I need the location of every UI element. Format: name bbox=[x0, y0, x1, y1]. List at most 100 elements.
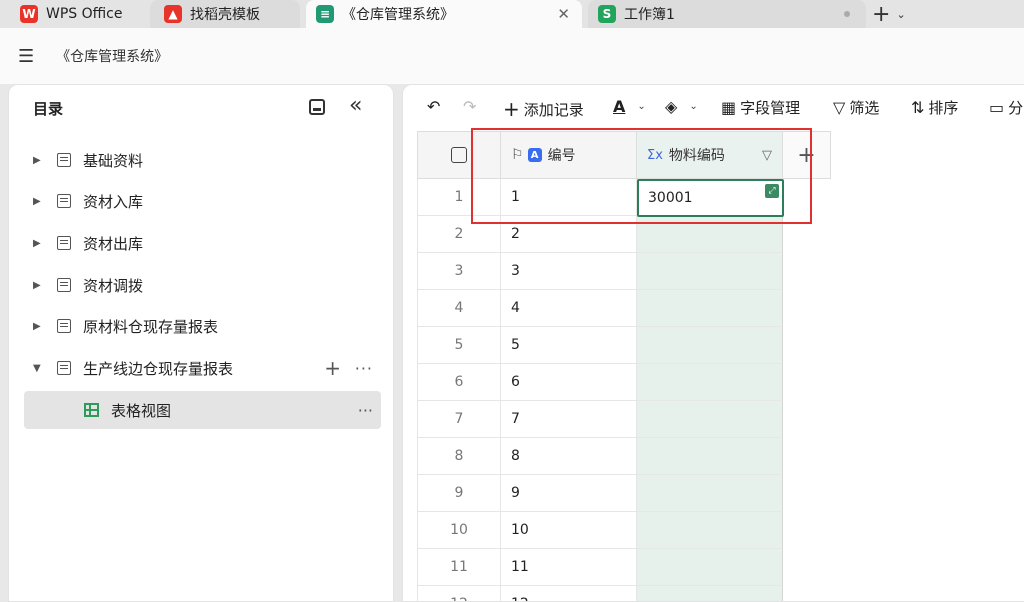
sidebar-item-grid-view[interactable]: 表格视图 ··· bbox=[24, 391, 381, 429]
text-color-icon: A bbox=[613, 97, 626, 116]
table-cell-number[interactable]: 10 bbox=[501, 512, 637, 549]
filter-button[interactable]: ▽ 筛选 bbox=[833, 97, 879, 118]
tab-bar: W WPS Office ▲ 找稻壳模板 ≡ 《仓库管理系统》 ✕ S 工作簿1… bbox=[0, 0, 1024, 28]
fill-color-button[interactable]: ◈ ⌄ bbox=[665, 97, 698, 116]
document-icon bbox=[57, 153, 71, 167]
table-cell-material-code[interactable] bbox=[637, 401, 783, 438]
row-index: 3 bbox=[417, 253, 501, 290]
tab-label: 找稻壳模板 bbox=[190, 7, 260, 23]
table-cell-number[interactable]: 5 bbox=[501, 327, 637, 364]
document-icon bbox=[57, 278, 71, 292]
sort-icon: ⇅ bbox=[911, 98, 925, 117]
folder-icon: ▭ bbox=[989, 98, 1005, 117]
table-cell-number[interactable]: 3 bbox=[501, 253, 637, 290]
sidebar-item-label: 资材调拨 bbox=[83, 276, 144, 295]
text-color-button[interactable]: A ⌄ bbox=[613, 97, 646, 116]
sidebar-item-raw-material-report[interactable]: ▶ 原材料仓现存量报表 bbox=[23, 308, 381, 344]
panel-toggle-icon[interactable] bbox=[309, 99, 325, 115]
field-manage-label: 字段管理 bbox=[740, 99, 801, 117]
chevron-down-icon: ⌄ bbox=[896, 7, 906, 21]
table-cell-number[interactable]: 12 bbox=[501, 586, 637, 601]
app-header: ☰ 《仓库管理系统》 bbox=[0, 28, 1024, 84]
more-icon[interactable]: ··· bbox=[358, 401, 373, 420]
new-tab-button[interactable]: + ⌄ bbox=[872, 0, 906, 28]
undo-icon: ↶ bbox=[427, 97, 441, 116]
docer-icon: ▲ bbox=[164, 5, 182, 23]
add-view-icon[interactable]: + bbox=[324, 356, 341, 380]
sidebar-item-label: 基础资料 bbox=[83, 151, 144, 170]
chevron-down-icon: ⌄ bbox=[637, 101, 646, 112]
sidebar-item-basic[interactable]: ▶ 基础资料 bbox=[23, 142, 381, 178]
menu-icon[interactable]: ☰ bbox=[18, 46, 34, 67]
more-icon[interactable]: ··· bbox=[355, 359, 373, 378]
sidebar-item-line-side-report[interactable]: ▼ 生产线边仓现存量报表 + ··· bbox=[23, 350, 381, 386]
sidebar-item-outbound[interactable]: ▶ 资材出库 bbox=[23, 225, 381, 261]
plus-icon: + bbox=[503, 97, 520, 121]
add-record-button[interactable]: + 添加记录 bbox=[503, 97, 584, 121]
field-grid-icon: ▦ bbox=[721, 98, 737, 117]
table-cell-number[interactable]: 11 bbox=[501, 549, 637, 586]
paint-bucket-icon: ◈ bbox=[665, 97, 678, 116]
row-index: 4 bbox=[417, 290, 501, 327]
table-cell-material-code[interactable] bbox=[637, 512, 783, 549]
table-cell-number[interactable]: 4 bbox=[501, 290, 637, 327]
sidebar-item-transfer[interactable]: ▶ 资材调拨 bbox=[23, 267, 381, 303]
document-icon bbox=[57, 236, 71, 250]
caret-right-icon[interactable]: ▶ bbox=[33, 155, 49, 166]
sidebar-item-label: 生产线边仓现存量报表 bbox=[83, 359, 234, 378]
row-index: 6 bbox=[417, 364, 501, 401]
redo-button[interactable]: ↷ bbox=[463, 97, 480, 116]
caret-right-icon[interactable]: ▶ bbox=[33, 321, 49, 332]
sidebar-header: 目录 « bbox=[9, 85, 393, 131]
row-index: 9 bbox=[417, 475, 501, 512]
grid-view-icon bbox=[84, 403, 99, 417]
sort-button[interactable]: ⇅ 排序 bbox=[911, 97, 958, 118]
tab-docer[interactable]: ▲ 找稻壳模板 bbox=[150, 0, 300, 28]
table-cell-material-code[interactable] bbox=[637, 586, 783, 601]
table-cell-material-code[interactable] bbox=[637, 438, 783, 475]
group-label: 分 bbox=[1008, 99, 1024, 117]
row-index: 8 bbox=[417, 438, 501, 475]
tab-workbook[interactable]: S 工作簿1 bbox=[588, 0, 866, 28]
table-cell-material-code[interactable] bbox=[637, 253, 783, 290]
table-cell-number[interactable]: 9 bbox=[501, 475, 637, 512]
caret-right-icon[interactable]: ▶ bbox=[33, 196, 49, 207]
highlight-annotation-box bbox=[471, 128, 812, 224]
table-cell-number[interactable]: 6 bbox=[501, 364, 637, 401]
sidebar: 目录 « ▶ 基础资料 ▶ 资材入库 ▶ 资材出库 ▶ 资材调拨 ▶ 原材料仓现… bbox=[8, 84, 394, 602]
row-index: 12 bbox=[417, 586, 501, 601]
filter-icon: ▽ bbox=[833, 98, 846, 117]
tab-label: WPS Office bbox=[46, 6, 123, 22]
document-icon bbox=[57, 361, 71, 375]
group-button[interactable]: ▭ 分 bbox=[989, 97, 1023, 118]
tab-warehouse-system[interactable]: ≡ 《仓库管理系统》 ✕ bbox=[306, 0, 582, 28]
caret-right-icon[interactable]: ▶ bbox=[33, 280, 49, 291]
table-cell-material-code[interactable] bbox=[637, 475, 783, 512]
sidebar-item-label: 原材料仓现存量报表 bbox=[83, 317, 219, 336]
collapse-icon[interactable]: « bbox=[349, 93, 362, 118]
tab-wps-office[interactable]: W WPS Office bbox=[8, 0, 144, 28]
sidebar-item-label: 资材入库 bbox=[83, 192, 144, 211]
table-cell-material-code[interactable] bbox=[637, 364, 783, 401]
close-icon[interactable]: ✕ bbox=[557, 5, 570, 23]
field-manage-button[interactable]: ▦ 字段管理 bbox=[721, 97, 800, 118]
wps-logo-icon: W bbox=[20, 5, 38, 23]
table-cell-material-code[interactable] bbox=[637, 327, 783, 364]
sheet-icon: S bbox=[598, 5, 616, 23]
table-cell-number[interactable]: 8 bbox=[501, 438, 637, 475]
caret-right-icon[interactable]: ▶ bbox=[33, 238, 49, 249]
redo-icon: ↷ bbox=[463, 97, 477, 116]
undo-button[interactable]: ↶ bbox=[427, 97, 444, 116]
table-cell-material-code[interactable] bbox=[637, 290, 783, 327]
sidebar-item-inbound[interactable]: ▶ 资材入库 bbox=[23, 183, 381, 219]
add-record-label: 添加记录 bbox=[523, 100, 584, 119]
select-all-checkbox[interactable] bbox=[451, 147, 467, 163]
table-cell-number[interactable]: 7 bbox=[501, 401, 637, 438]
document-icon bbox=[57, 319, 71, 333]
unsaved-dot-icon bbox=[844, 11, 850, 17]
row-index: 10 bbox=[417, 512, 501, 549]
caret-down-icon[interactable]: ▼ bbox=[33, 363, 49, 374]
row-index: 5 bbox=[417, 327, 501, 364]
table-cell-material-code[interactable] bbox=[637, 549, 783, 586]
sidebar-item-label: 表格视图 bbox=[111, 401, 172, 420]
